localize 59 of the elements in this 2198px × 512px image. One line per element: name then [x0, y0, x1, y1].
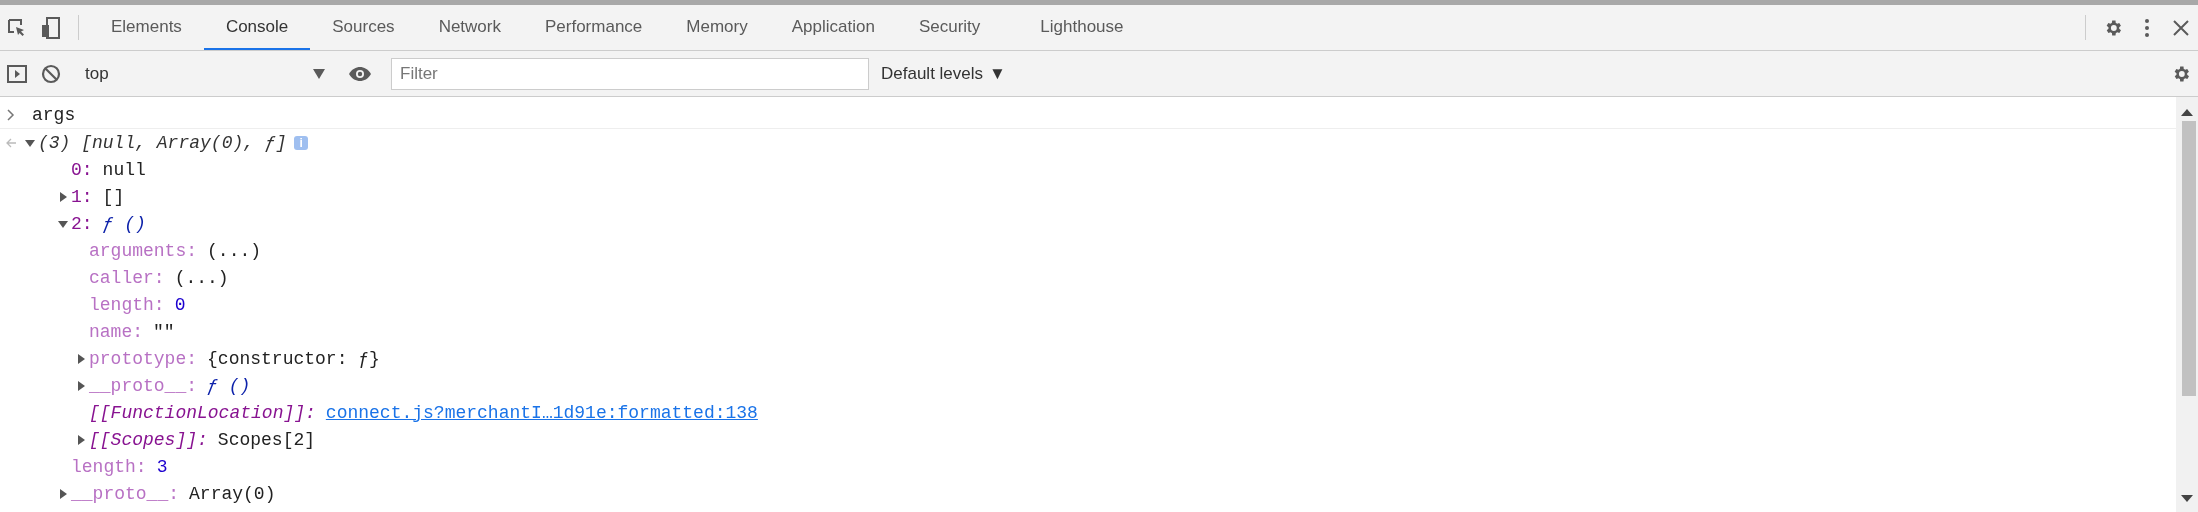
property-value: {constructor: ƒ} — [207, 348, 380, 369]
property-key: prototype: — [89, 348, 198, 369]
property-value: 0 — [174, 294, 186, 315]
collapsed-triangle-icon[interactable] — [76, 434, 86, 445]
property-key: [[FunctionLocation]]: — [89, 402, 316, 423]
property-key: __proto__: — [71, 483, 180, 504]
property-key: caller: — [89, 267, 165, 288]
collapsed-triangle-icon[interactable] — [58, 488, 68, 499]
property-key: __proto__: — [89, 375, 198, 396]
device-toggle-icon[interactable] — [41, 16, 61, 39]
panel-tab[interactable]: Security — [896, 5, 1003, 50]
property-value: [] — [102, 186, 125, 207]
filter-field[interactable]: Filter — [391, 57, 869, 90]
eye-icon[interactable] — [348, 65, 372, 82]
property-value: "" — [153, 321, 175, 342]
scroll-up-icon[interactable] — [2181, 107, 2193, 117]
panel-tab[interactable]: Network — [416, 5, 523, 50]
panel-tab[interactable]: Performance — [523, 5, 665, 50]
panel-tab[interactable]: Memory — [664, 5, 770, 50]
inspect-cursor-icon[interactable] — [7, 17, 27, 38]
scrollbar[interactable] — [2176, 97, 2198, 512]
input-prompt-icon — [7, 108, 15, 121]
panel-tab[interactable]: Lighthouse — [1002, 5, 1162, 50]
expanded-triangle-icon[interactable] — [25, 137, 35, 148]
property-value: (...) — [174, 267, 229, 288]
scroll-down-icon[interactable] — [2181, 494, 2193, 504]
command-text: args — [32, 104, 76, 125]
more-menu-icon[interactable] — [2144, 17, 2150, 38]
property-value: Scopes[2] — [217, 429, 316, 450]
property-key: length: — [71, 456, 147, 477]
property-key: length: — [89, 294, 165, 315]
dropdown-caret-icon[interactable] — [313, 68, 325, 79]
property-key: 2: — [71, 213, 93, 234]
property-value: (...) — [207, 240, 262, 261]
collapsed-triangle-icon[interactable] — [76, 380, 86, 391]
clear-console-icon[interactable] — [41, 63, 61, 84]
property-value: 3 — [156, 456, 168, 477]
collapsed-triangle-icon[interactable] — [76, 353, 86, 364]
property-key: arguments: — [89, 240, 198, 261]
context-select[interactable]: top — [75, 57, 335, 90]
array-summary: (3) [null, Array(0), ƒ] — [38, 132, 287, 153]
panel-tab[interactable]: Sources — [310, 5, 417, 50]
property-value: Array(0) — [189, 483, 276, 504]
property-value: ƒ () — [207, 375, 251, 396]
property-value: null — [102, 159, 146, 180]
property-key: 0: — [71, 159, 93, 180]
panel-tab[interactable]: Application — [769, 5, 897, 50]
result-arrow-icon — [5, 137, 17, 148]
collapsed-triangle-icon[interactable] — [58, 191, 68, 202]
source-link[interactable]: connect.js?merchantI…1d91e:formatted:138 — [325, 402, 758, 423]
property-key: name: — [89, 321, 143, 342]
property-key: 1: — [71, 186, 93, 207]
close-icon[interactable] — [2172, 18, 2190, 37]
log-levels-dropdown[interactable]: Default levels ▼ — [881, 63, 1006, 84]
property-value: ƒ () — [102, 213, 146, 234]
expanded-triangle-icon[interactable] — [58, 218, 68, 229]
property-key: [[Scopes]]: — [89, 429, 208, 450]
panel-tab[interactable]: Elements — [89, 5, 204, 50]
sidebar-toggle-icon[interactable] — [7, 63, 27, 84]
